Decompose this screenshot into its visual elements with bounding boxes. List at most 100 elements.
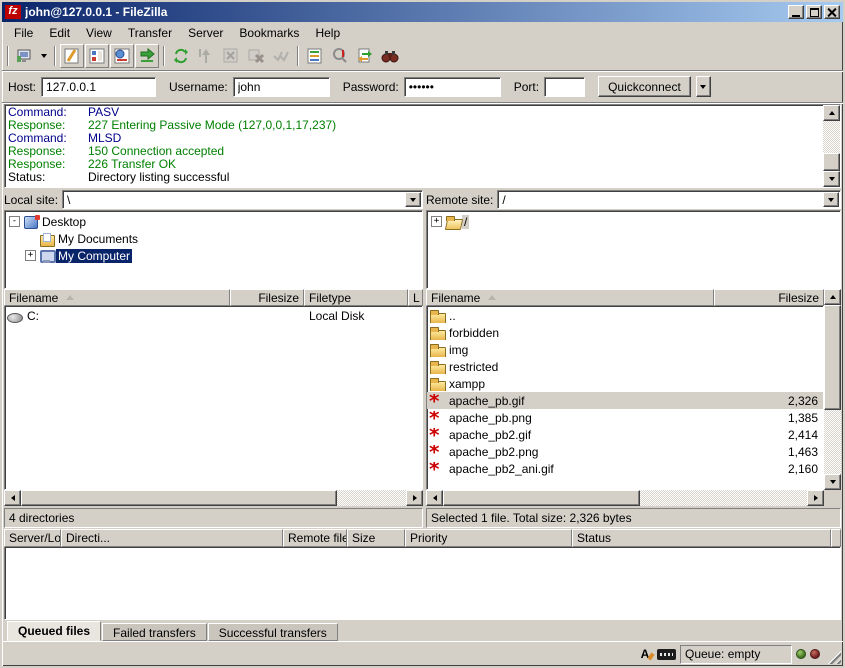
queue-column-header[interactable]: Status — [572, 529, 831, 547]
remote-file-row[interactable]: apache_pb.gif 2,326 — [427, 392, 823, 409]
quickconnect-button[interactable]: Quickconnect — [598, 76, 691, 97]
menu-item[interactable]: File — [6, 24, 41, 42]
scroll-down-button[interactable] — [823, 171, 840, 187]
cancel-button[interactable] — [219, 44, 243, 68]
column-header-filesize[interactable]: Filesize — [714, 289, 824, 306]
toolbar — [2, 42, 843, 71]
scroll-down-button[interactable] — [824, 474, 841, 490]
queue-column-header[interactable]: Priority — [405, 529, 572, 547]
synchronized-browsing-button[interactable] — [353, 44, 377, 68]
title-bar[interactable]: fz john@127.0.0.1 - FileZilla — [2, 2, 843, 22]
queue-column-header[interactable]: Size — [347, 529, 405, 547]
queue-tab[interactable]: Failed transfers — [102, 623, 207, 641]
queue-column-header[interactable] — [831, 529, 841, 547]
queue-list[interactable] — [4, 547, 841, 620]
queue-tab[interactable]: Successful transfers — [208, 623, 338, 641]
remote-file-row[interactable]: forbidden — [427, 324, 823, 341]
scroll-left-button[interactable] — [426, 490, 443, 506]
site-manager-dropdown[interactable] — [38, 45, 50, 67]
menu-item[interactable]: Help — [307, 24, 348, 42]
quickconnect-dropdown[interactable] — [696, 76, 711, 97]
log-line: Status: Directory listing successful — [8, 171, 823, 184]
directory-filters-button[interactable] — [303, 44, 327, 68]
menu-item[interactable]: Edit — [41, 24, 78, 42]
scrollbar-track[interactable] — [824, 305, 841, 474]
site-manager-button[interactable] — [13, 44, 37, 68]
local-file-row[interactable]: C: Local Disk — [5, 307, 422, 324]
scrollbar-thumb[interactable] — [824, 305, 841, 410]
queue-column-header[interactable]: Server/Local file — [4, 529, 61, 547]
port-input[interactable] — [544, 77, 585, 97]
refresh-button[interactable] — [169, 44, 193, 68]
scrollbar-track[interactable] — [443, 490, 807, 506]
local-site-dropdown-button[interactable] — [405, 192, 421, 207]
remote-file-row[interactable]: apache_pb2.gif 2,414 — [427, 426, 823, 443]
disconnect-button[interactable] — [244, 44, 268, 68]
scroll-up-button[interactable] — [823, 105, 840, 121]
menu-item[interactable]: View — [78, 24, 120, 42]
username-input[interactable] — [233, 77, 330, 97]
scrollbar-thumb[interactable] — [443, 490, 640, 506]
queue-column-header[interactable]: Directi... — [61, 529, 283, 547]
tree-expander-icon[interactable]: + — [431, 216, 442, 227]
remote-file-row[interactable]: apache_pb2_ani.gif 2,160 — [427, 460, 823, 477]
minimize-button[interactable] — [788, 5, 804, 19]
remote-file-row[interactable]: apache_pb.png 1,385 — [427, 409, 823, 426]
remote-site-dropdown-button[interactable] — [823, 192, 839, 207]
queue-tab[interactable]: Queued files — [7, 621, 101, 641]
scroll-right-button[interactable] — [807, 490, 824, 506]
compare-directories-button[interactable] — [328, 44, 352, 68]
remote-horizontal-scrollbar[interactable] — [426, 490, 824, 506]
toggle-remote-tree-button[interactable] — [110, 44, 134, 68]
remote-file-row[interactable]: apache_pb2.png 1,463 — [427, 443, 823, 460]
transfer-type-indicator-icon[interactable] — [637, 647, 653, 662]
menu-item[interactable]: Transfer — [120, 24, 180, 42]
column-header-filesize[interactable]: Filesize — [230, 289, 304, 306]
column-header-filename[interactable]: Filename — [4, 289, 230, 306]
remote-file-row[interactable]: restricted — [427, 358, 823, 375]
remote-file-row[interactable]: .. — [427, 307, 823, 324]
close-button[interactable] — [824, 5, 840, 19]
menu-item[interactable]: Server — [180, 24, 231, 42]
file-name: apache_pb.gif — [449, 394, 524, 408]
scrollbar-track[interactable] — [21, 490, 406, 506]
tree-item[interactable]: + / — [429, 213, 840, 230]
tree-item[interactable]: My Documents — [7, 230, 422, 247]
local-horizontal-scrollbar[interactable] — [4, 490, 423, 506]
toggle-local-tree-button[interactable] — [85, 44, 109, 68]
speed-limit-indicator-icon[interactable] — [657, 649, 676, 660]
queue-column-header[interactable]: Remote file — [283, 529, 347, 547]
file-type: Local Disk — [305, 309, 409, 323]
process-queue-button[interactable] — [194, 44, 218, 68]
remote-site-combobox[interactable]: / — [497, 190, 841, 209]
scroll-up-button[interactable] — [824, 289, 841, 305]
scrollbar-thumb[interactable] — [823, 153, 840, 171]
remote-file-row[interactable]: img — [427, 341, 823, 358]
scroll-left-button[interactable] — [4, 490, 21, 506]
toggle-transfer-queue-button[interactable] — [135, 44, 159, 68]
remote-vertical-scrollbar[interactable] — [824, 289, 841, 490]
remote-file-row[interactable]: xampp — [427, 375, 823, 392]
scroll-right-button[interactable] — [406, 490, 423, 506]
resize-grip[interactable] — [826, 649, 841, 664]
tree-item[interactable]: - Desktop — [7, 213, 422, 230]
column-header-filename[interactable]: Filename — [426, 289, 714, 306]
tree-item[interactable]: + My Computer — [7, 247, 422, 264]
menu-item[interactable]: Bookmarks — [231, 24, 307, 42]
password-input[interactable] — [404, 77, 501, 97]
tree-expander-icon[interactable]: - — [9, 216, 20, 227]
reconnect-button[interactable] — [269, 44, 293, 68]
scrollbar-thumb[interactable] — [21, 490, 337, 506]
toggle-message-log-button[interactable] — [60, 44, 84, 68]
find-files-button[interactable] — [378, 44, 402, 68]
message-log-scrollbar[interactable] — [823, 105, 840, 187]
scrollbar-track[interactable] — [823, 121, 840, 171]
local-status-text: 4 directories — [4, 508, 423, 528]
local-site-combobox[interactable]: \ — [62, 190, 423, 209]
host-input[interactable] — [41, 77, 156, 97]
tree-expander-icon[interactable]: + — [25, 250, 36, 261]
refresh-icon — [172, 47, 190, 65]
column-header-filetype[interactable]: Filetype — [304, 289, 408, 306]
maximize-button[interactable] — [806, 5, 822, 19]
column-header-lastmodified[interactable]: L — [408, 289, 423, 306]
